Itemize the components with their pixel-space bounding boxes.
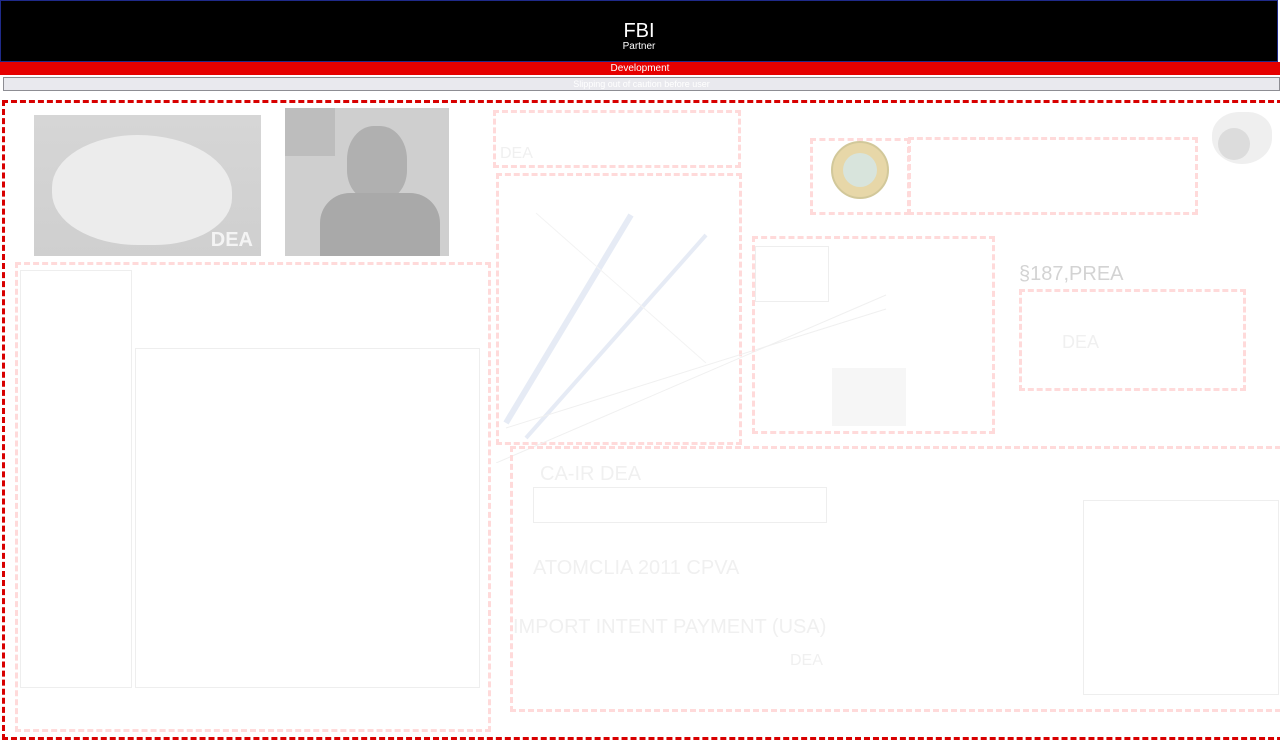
environment-banner: Development — [0, 62, 1280, 75]
ghost-dark-thumbnail — [832, 368, 906, 426]
ghost-label-atom: ATOMCLIA 2011 CPVA — [533, 557, 740, 579]
ghost-subpanel — [135, 348, 480, 688]
app-subtitle: Partner — [622, 41, 656, 52]
ghost-column — [20, 270, 132, 688]
ghost-input-box — [533, 487, 827, 523]
seal-inner — [843, 153, 877, 187]
people-photo — [285, 108, 449, 256]
powder-photo: DEA — [34, 115, 261, 256]
ghost-side-panel — [1083, 500, 1279, 695]
camera-lens — [1218, 128, 1250, 160]
app-title: FBI — [623, 20, 655, 42]
ghost-label-dea-box: DEA — [1062, 332, 1100, 352]
notice-bar: Slipping out of caution before user — [3, 77, 1280, 91]
ghost-thumbnail — [755, 246, 829, 302]
ghost-label-dea-bottom: DEA — [790, 652, 823, 669]
photo-watermark: DEA — [210, 229, 253, 251]
ghost-label-import: IMPORT INTENT PAYMENT (USA) — [513, 616, 827, 638]
ghost-heading-prea: §187,PREA — [1019, 263, 1124, 285]
person-left — [285, 108, 335, 156]
person-suit — [320, 193, 440, 256]
ghost-label-dea-top: DEA — [500, 145, 533, 162]
brand: FBI Partner — [1, 21, 1277, 52]
ghost-panel-top-right — [908, 137, 1198, 215]
ghost-panel-prea — [1019, 289, 1246, 391]
person-main — [347, 126, 407, 200]
ghost-label-ca: CA-IR DEA — [540, 463, 642, 485]
powder-pile — [52, 135, 232, 245]
app-header: FBI Partner — [0, 0, 1278, 62]
seal-icon — [831, 141, 889, 199]
camera-icon — [1212, 112, 1272, 164]
